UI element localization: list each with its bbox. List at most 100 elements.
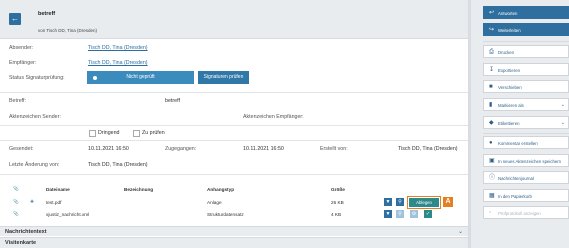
file-size: 4 KB (331, 212, 342, 217)
section-title: Nachrichtentext (5, 229, 47, 235)
signatur-status-text: Nicht geprüft (126, 74, 155, 80)
message-panel: ← betreff von Tisch DD, Tina (Dresden) A… (0, 0, 469, 248)
button-label: Verschieben (498, 85, 522, 90)
absender-link[interactable]: Tisch DD, Tina (Dresden) (88, 45, 148, 51)
preview-button[interactable]: ⚲ (396, 210, 404, 218)
table-header-groesse: Größe (331, 187, 345, 192)
papierkorb-button[interactable]: ▦ In den Papierkorb (483, 189, 569, 202)
table-header-bezeichnung: Bezeichnung (124, 187, 154, 192)
download-icon: ▼ (385, 199, 391, 205)
table-header-anhangstyp: Anhangstyp (207, 187, 235, 192)
status-dot-icon (93, 75, 97, 80)
divider (483, 133, 569, 134)
pruefprotokoll-button[interactable]: ▫ Prüfprotokoll anzeigen (483, 206, 569, 219)
message-title: betreff (38, 11, 56, 17)
dringend-checkbox[interactable] (89, 130, 96, 137)
gear-icon: ⚙ (411, 211, 417, 217)
info-icon: ⓘ (489, 175, 496, 181)
nachrichtenjournal-button[interactable]: ⓘ Nachrichtenjournal (483, 171, 569, 184)
action-sidebar: ↩ Antworten ↪ Weiterleiten ⎙ Drucken ↧ E… (478, 0, 569, 248)
message-subtitle: von Tisch DD, Tina (Dresden) (38, 28, 98, 33)
dringend-label: Dringend (98, 130, 120, 136)
betreff-value: betreff (165, 98, 180, 104)
aktenzeichen-sender-label: Aktenzeichen Sender: (9, 114, 61, 120)
zugegangen-value: 10.11.2021 16:50 (243, 146, 284, 152)
file-type: Strukturdatensatz (207, 212, 244, 217)
reply-icon: ↩ (489, 10, 495, 16)
signatur-status-badge: Nicht geprüft (87, 71, 194, 84)
scrollbar[interactable] (468, 0, 471, 248)
search-icon: ⚲ (398, 211, 402, 217)
exportieren-button[interactable]: ↧ Exportieren (483, 63, 569, 76)
nachrichtentext-section[interactable]: Nachrichtentext ⌄ (0, 226, 468, 236)
erstellt-value: Tisch DD, Tina (Dresden) (398, 146, 458, 152)
button-label: Markieren als (498, 103, 524, 108)
export-icon: ↧ (489, 67, 495, 73)
section-title: Visitenkarte (5, 240, 37, 246)
download-icon: ▼ (385, 211, 391, 217)
divider (0, 174, 468, 175)
file-size: 26 KB (331, 200, 344, 205)
divider (0, 140, 468, 141)
tag-icon: ◆ (489, 120, 494, 126)
bookmark-icon: ▮ (489, 102, 493, 108)
document-icon: ▫ (489, 210, 492, 216)
etikettieren-button[interactable]: ◆ Etikettieren ⌄ (483, 116, 569, 129)
file-name[interactable]: test.pdf (46, 200, 61, 205)
signature-icon: ❖ (30, 199, 35, 204)
preview-button[interactable]: ⚲ (396, 198, 404, 206)
antworten-button[interactable]: ↩ Antworten (483, 6, 569, 19)
download-button[interactable]: ▼ (384, 198, 392, 206)
weiterleiten-button[interactable]: ↪ Weiterleiten (483, 23, 569, 36)
trash-icon: ▦ (489, 193, 495, 199)
divider (0, 92, 468, 93)
gesendet-label: Gesendet: (9, 146, 34, 152)
markieren-als-button[interactable]: ▮ Markieren als ⌄ (483, 98, 569, 111)
ablegen-button[interactable]: Ablegen (407, 196, 441, 209)
visitenkarte-section[interactable]: Visitenkarte (0, 237, 468, 248)
file-name[interactable]: xjustiz_nachricht.xml (46, 212, 89, 217)
confirm-button[interactable]: ✓ (424, 210, 432, 218)
paperclip-icon: 📎 (13, 211, 19, 216)
save-icon: ▣ (489, 158, 495, 164)
erstellt-label: Erstellt von: (320, 146, 348, 152)
comment-icon: ● (489, 140, 493, 146)
table-header-dateiname: Dateiname (46, 187, 70, 192)
zu-pruefen-checkbox[interactable] (133, 130, 140, 137)
forward-icon: ↪ (489, 27, 495, 33)
letzte-aenderung-label: Letzte Änderung von: (9, 162, 60, 168)
search-icon: ⚲ (398, 199, 402, 205)
gesendet-value: 10.11.2021 16:50 (88, 146, 129, 152)
message-header: ← betreff von Tisch DD, Tina (Dresden) (0, 0, 468, 39)
callout-marker: A (443, 197, 453, 207)
download-button[interactable]: ▼ (384, 210, 392, 218)
verschieben-button[interactable]: ■ Verschieben (483, 80, 569, 93)
button-label: Weiterleiten (498, 28, 521, 33)
chevron-down-icon: ⌄ (560, 102, 565, 108)
settings-button[interactable]: ⚙ (410, 210, 418, 218)
divider (0, 125, 468, 126)
button-label: Nachrichtenjournal (498, 176, 534, 181)
button-label: In den Papierkorb (498, 194, 532, 199)
check-icon: ✓ (425, 211, 431, 217)
drucken-button[interactable]: ⎙ Drucken (483, 45, 569, 58)
chevron-down-icon: ⌄ (457, 229, 463, 235)
button-label: In neues Aktenzeichen speichern (498, 159, 562, 164)
button-label: Drucken (498, 50, 515, 55)
aktenzeichen-speichern-button[interactable]: ▣ In neues Aktenzeichen speichern (483, 154, 569, 167)
aktenzeichen-empfaenger-label: Aktenzeichen Empfänger: (243, 114, 304, 120)
signatur-label: Status Signaturprüfung: (9, 75, 65, 81)
button-label: Exportieren (498, 68, 520, 73)
back-button[interactable]: ← (9, 13, 21, 25)
button-label: Prüfprotokoll anzeigen (498, 211, 541, 216)
letzte-aenderung-value: Tisch DD, Tina (Dresden) (88, 162, 148, 168)
signaturen-pruefen-button[interactable]: Signaturen prüfen (198, 71, 249, 84)
kommentar-erstellen-button[interactable]: ● Kommentar erstellen (483, 136, 569, 149)
button-label: Antworten (498, 11, 518, 16)
print-icon: ⎙ (489, 49, 494, 55)
empfaenger-label: Empfänger: (9, 60, 37, 66)
message-detail-area: ← betreff von Tisch DD, Tina (Dresden) A… (0, 0, 471, 248)
empfaenger-link[interactable]: Tisch DD, Tina (Dresden) (88, 60, 148, 66)
button-label: Kommentar erstellen (498, 141, 538, 146)
arrow-left-icon: ← (11, 14, 19, 23)
